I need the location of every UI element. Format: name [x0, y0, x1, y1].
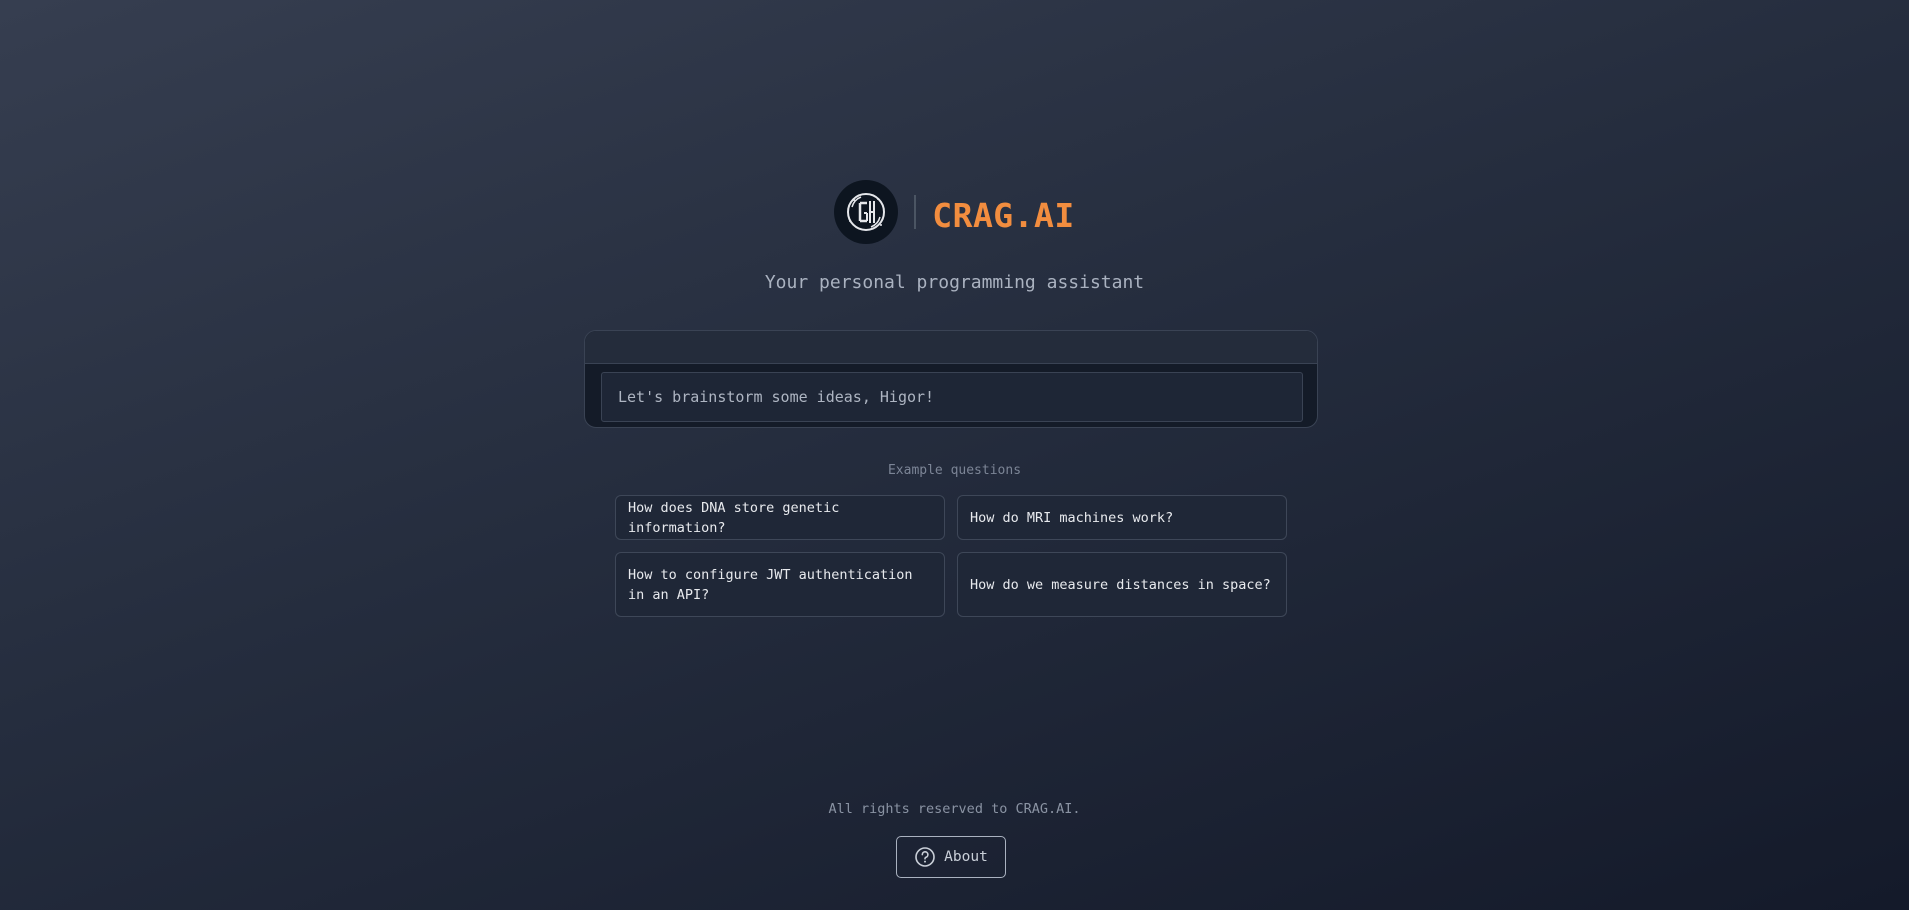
prompt-card-header	[585, 331, 1317, 364]
about-label: About	[944, 849, 988, 865]
question-circle-icon	[914, 846, 936, 868]
examples-grid: How does DNA store genetic information? …	[615, 495, 1287, 617]
footer-copyright: All rights reserved to CRAG.AI.	[828, 801, 1081, 817]
example-question-button[interactable]: How do we measure distances in space?	[957, 552, 1287, 617]
brand-title: CRAG.AI	[932, 195, 1075, 235]
example-question-button[interactable]: How does DNA store genetic information?	[615, 495, 945, 540]
tagline: Your personal programming assistant	[764, 272, 1145, 293]
example-question-button[interactable]: How to configure JWT authentication in a…	[615, 552, 945, 617]
prompt-input[interactable]	[601, 372, 1303, 422]
header-divider	[914, 195, 917, 229]
example-question-button[interactable]: How do MRI machines work?	[957, 495, 1287, 540]
gh-circle-logo-icon	[834, 180, 899, 244]
about-button[interactable]: About	[896, 836, 1006, 878]
header: CRAG.AI	[0, 180, 1909, 244]
prompt-card	[584, 330, 1318, 428]
examples-title: Example questions	[887, 463, 1022, 478]
